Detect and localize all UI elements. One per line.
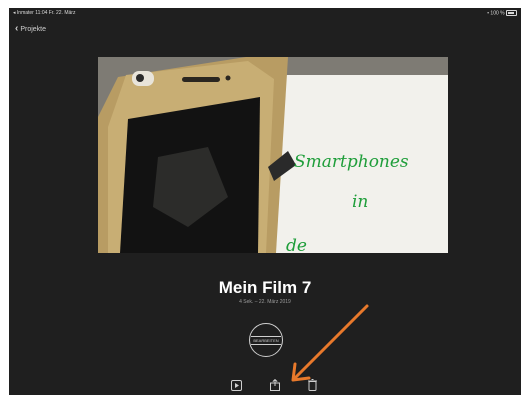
share-icon[interactable] xyxy=(270,378,280,395)
status-battery: • 100 % xyxy=(487,10,517,16)
battery-icon xyxy=(506,10,517,16)
play-icon[interactable] xyxy=(231,378,242,395)
status-bar: ◂ Inmater 11:04 Fr. 22. März • 100 % xyxy=(9,8,521,20)
video-preview[interactable]: Smartphones in de xyxy=(98,57,448,253)
status-carrier-time: ◂ Inmater 11:04 Fr. 22. März xyxy=(13,10,76,16)
edit-button-label: BEARBEITEN xyxy=(251,335,281,345)
back-button-label: Projekte xyxy=(20,25,47,33)
handwriting-partial: de xyxy=(286,236,307,253)
edit-button[interactable]: BEARBEITEN xyxy=(249,323,283,357)
project-title: Mein Film 7 xyxy=(218,278,312,297)
project-meta: 4 Sek. – 22. März 2019 xyxy=(239,299,291,305)
app-screen: ◂ Inmater 11:04 Fr. 22. März • 100 % ‹ P… xyxy=(9,8,521,395)
handwriting-smartphones: Smartphones xyxy=(294,152,409,172)
handwriting-in: in xyxy=(352,192,368,212)
back-button[interactable]: ‹ Projekte xyxy=(15,24,46,34)
bottom-toolbar xyxy=(9,373,521,395)
preview-image: Smartphones in de xyxy=(98,57,448,253)
chevron-left-icon: ‹ xyxy=(15,23,19,34)
trash-icon[interactable] xyxy=(308,378,317,395)
battery-percent: • 100 % xyxy=(487,10,505,17)
